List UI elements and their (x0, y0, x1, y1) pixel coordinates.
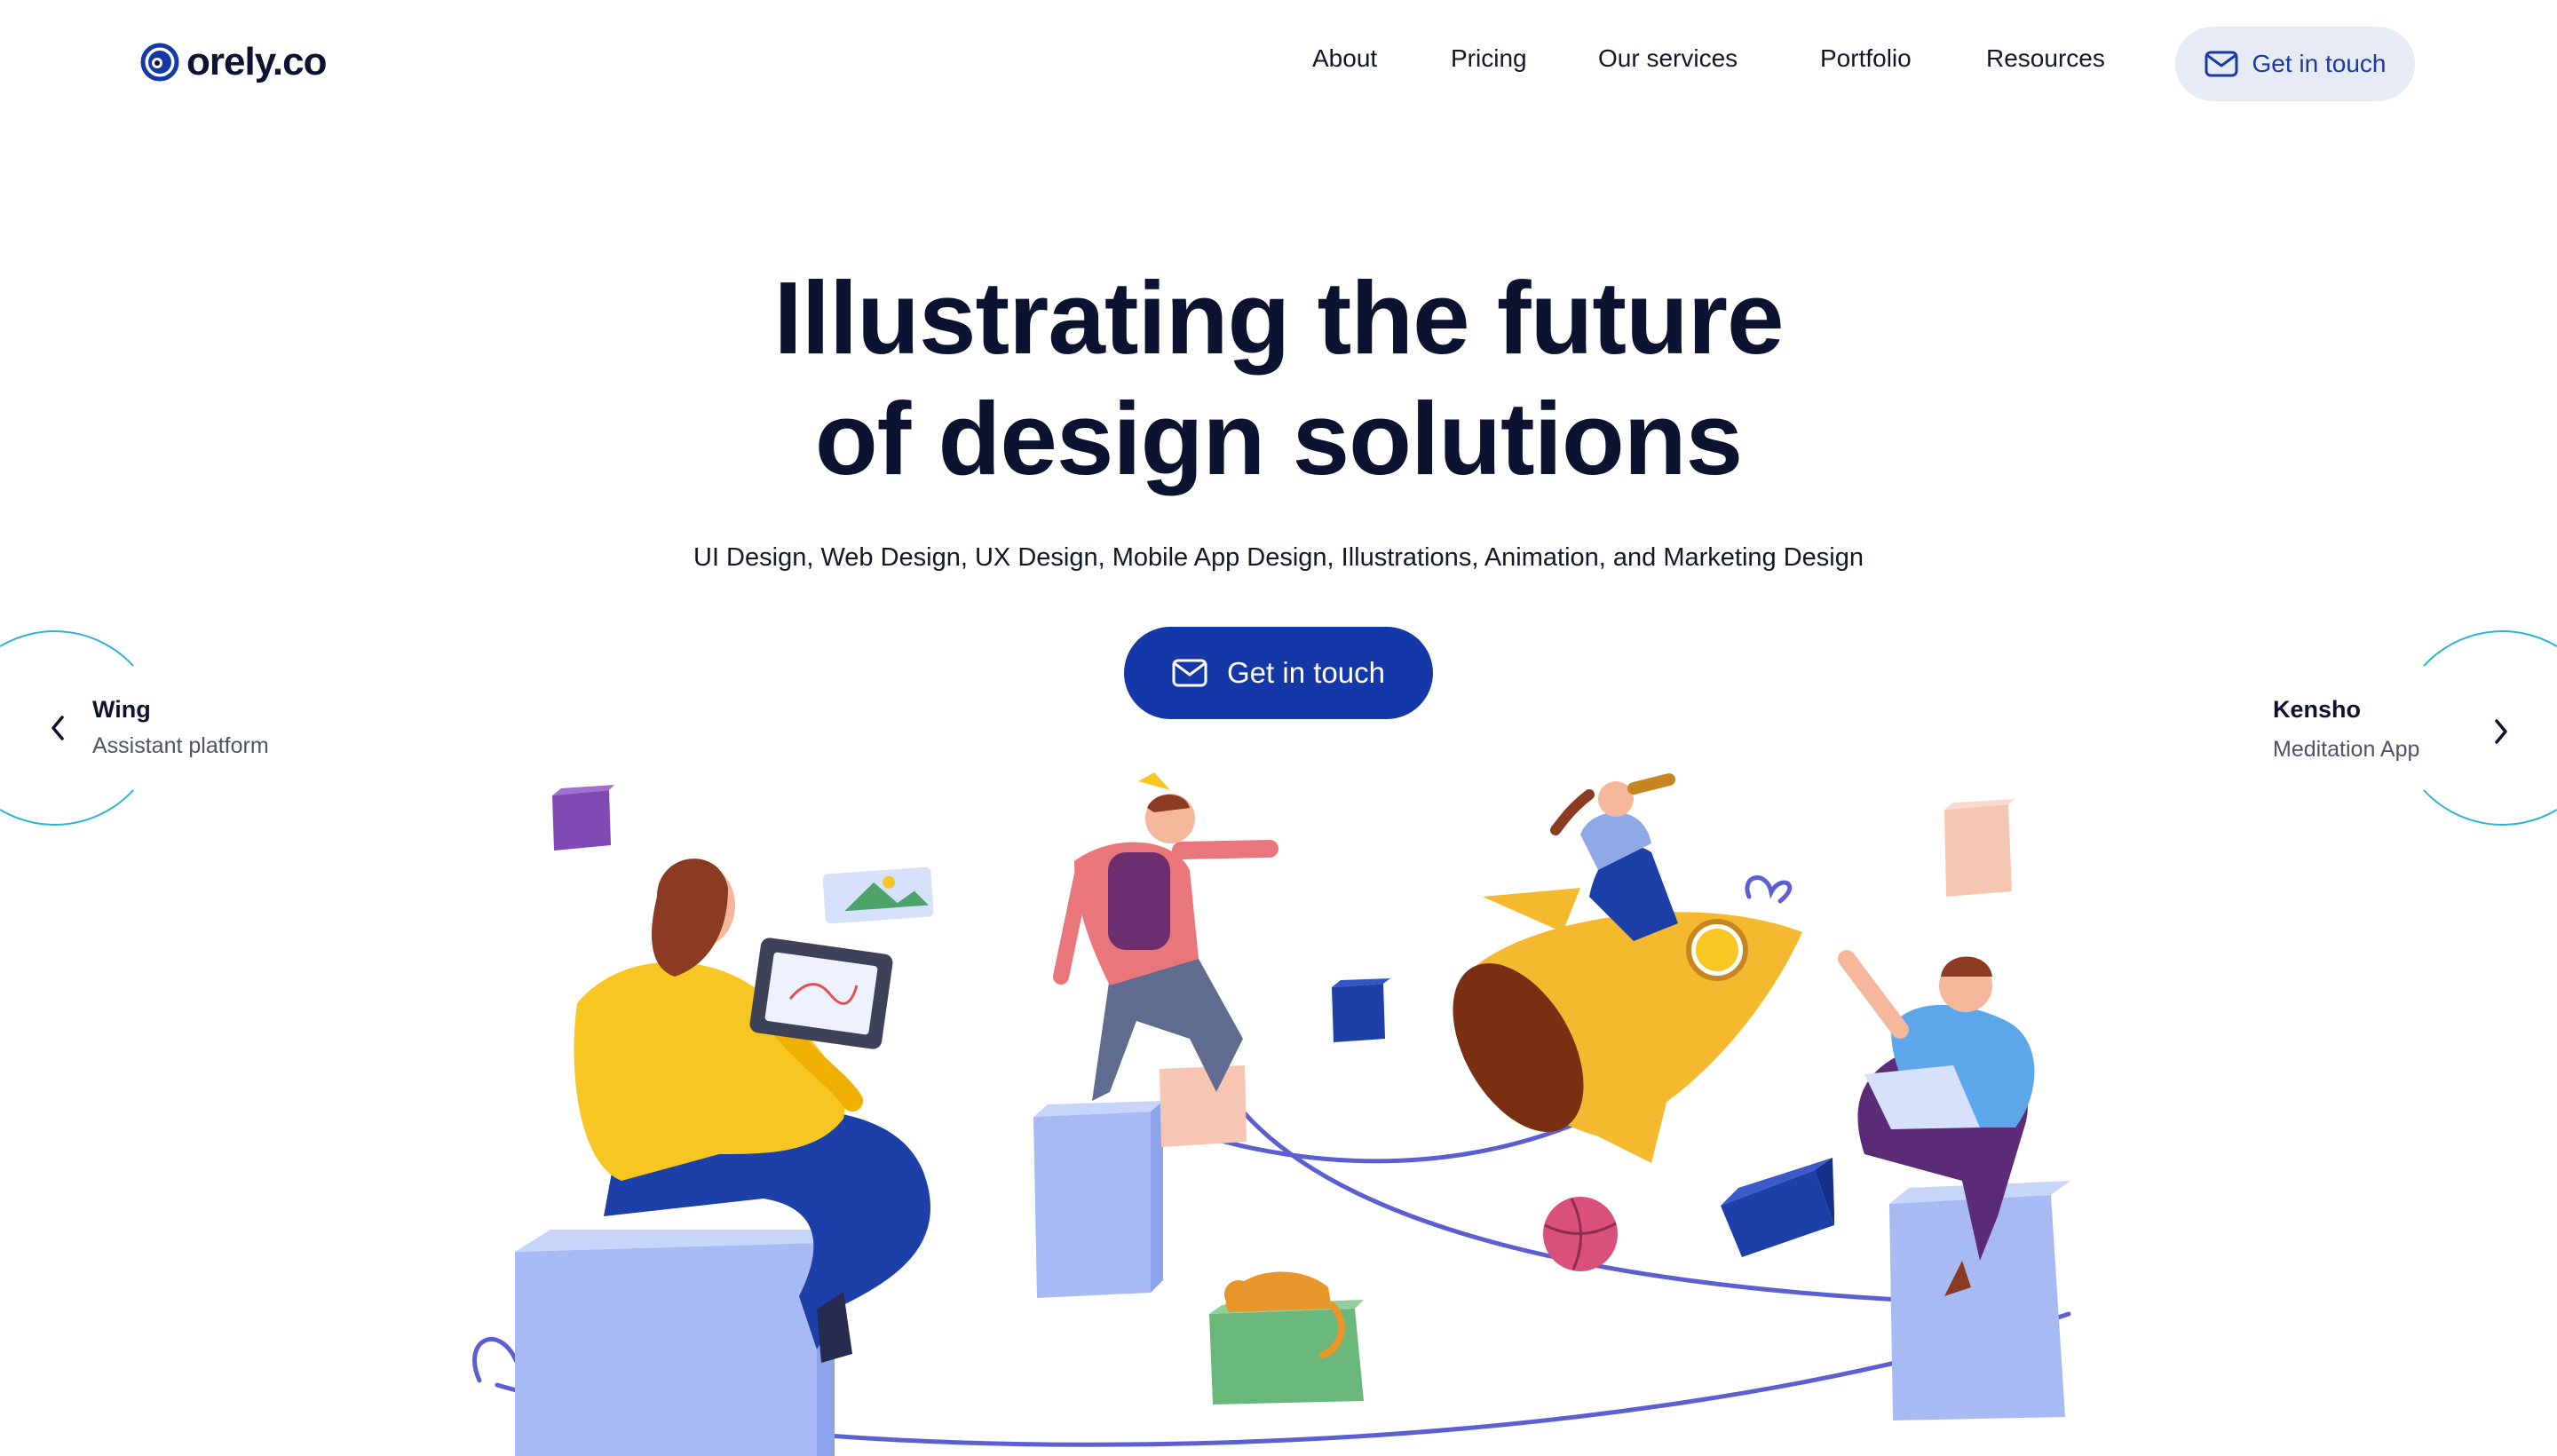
nav-our-services[interactable]: Our services (1598, 44, 1738, 73)
hero-get-in-touch-button[interactable]: Get in touch (1124, 627, 1433, 719)
hero-title-line-1: Illustrating the future (773, 260, 1785, 376)
woman-with-tablet (515, 859, 930, 1456)
mail-icon (2205, 51, 2237, 77)
navy-cube (1332, 978, 1390, 1042)
hero-cta-label: Get in touch (1227, 656, 1385, 689)
logo-text: orely.co (186, 40, 327, 83)
hero-title-line-2: of design solutions (814, 381, 1743, 496)
ball (1543, 1197, 1618, 1271)
site-header: orely.co About Pricing Our services Port… (0, 0, 2557, 129)
man-with-laptop (1838, 950, 2070, 1420)
navy-block (1721, 1158, 1834, 1257)
image-card (822, 866, 934, 924)
prev-project-title: Wing (92, 696, 151, 723)
peach-cube (1944, 799, 2015, 897)
header-cta-label: Get in touch (2252, 50, 2387, 77)
climbing-man (1033, 772, 1278, 1298)
hero-subtitle: UI Design, Web Design, UX Design, Mobile… (693, 543, 1864, 572)
next-project-title: Kensho (2273, 696, 2362, 723)
header-get-in-touch-button[interactable]: Get in touch (2175, 27, 2415, 101)
eye-logo-icon (140, 43, 179, 82)
cat-on-block (1209, 1271, 1364, 1405)
purple-cube (552, 785, 614, 851)
nav-resources[interactable]: Resources (1986, 44, 2105, 73)
nav-portfolio[interactable]: Portfolio (1820, 44, 1912, 73)
rocket (1453, 773, 1802, 1163)
mail-icon (1172, 659, 1207, 687)
nav-about[interactable]: About (1312, 44, 1377, 73)
logo[interactable]: orely.co (140, 39, 327, 85)
nav-pricing[interactable]: Pricing (1451, 44, 1527, 73)
hero-illustration (472, 772, 2071, 1456)
hero-title: Illustrating the future of design soluti… (0, 257, 2557, 499)
